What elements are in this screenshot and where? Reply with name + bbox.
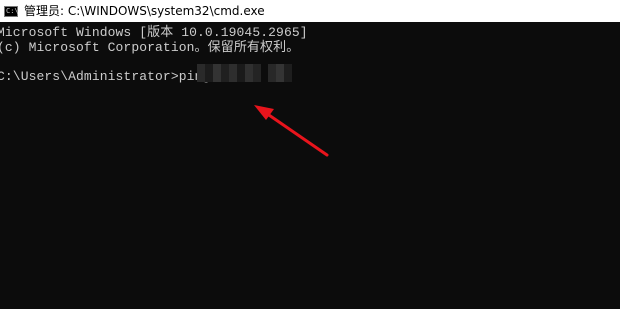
window-title: 管理员: C:\WINDOWS\system32\cmd.exe [24,4,265,18]
cmd-icon: C:\ [4,5,19,17]
title-bar[interactable]: C:\ 管理员: C:\WINDOWS\system32\cmd.exe [0,0,620,22]
red-arrow-annotation [254,105,329,157]
cmd-window: C:\ 管理员: C:\WINDOWS\system32\cmd.exe Mic… [0,0,620,309]
console-area[interactable]: Microsoft Windows [版本 10.0.19045.2965] (… [0,22,620,309]
